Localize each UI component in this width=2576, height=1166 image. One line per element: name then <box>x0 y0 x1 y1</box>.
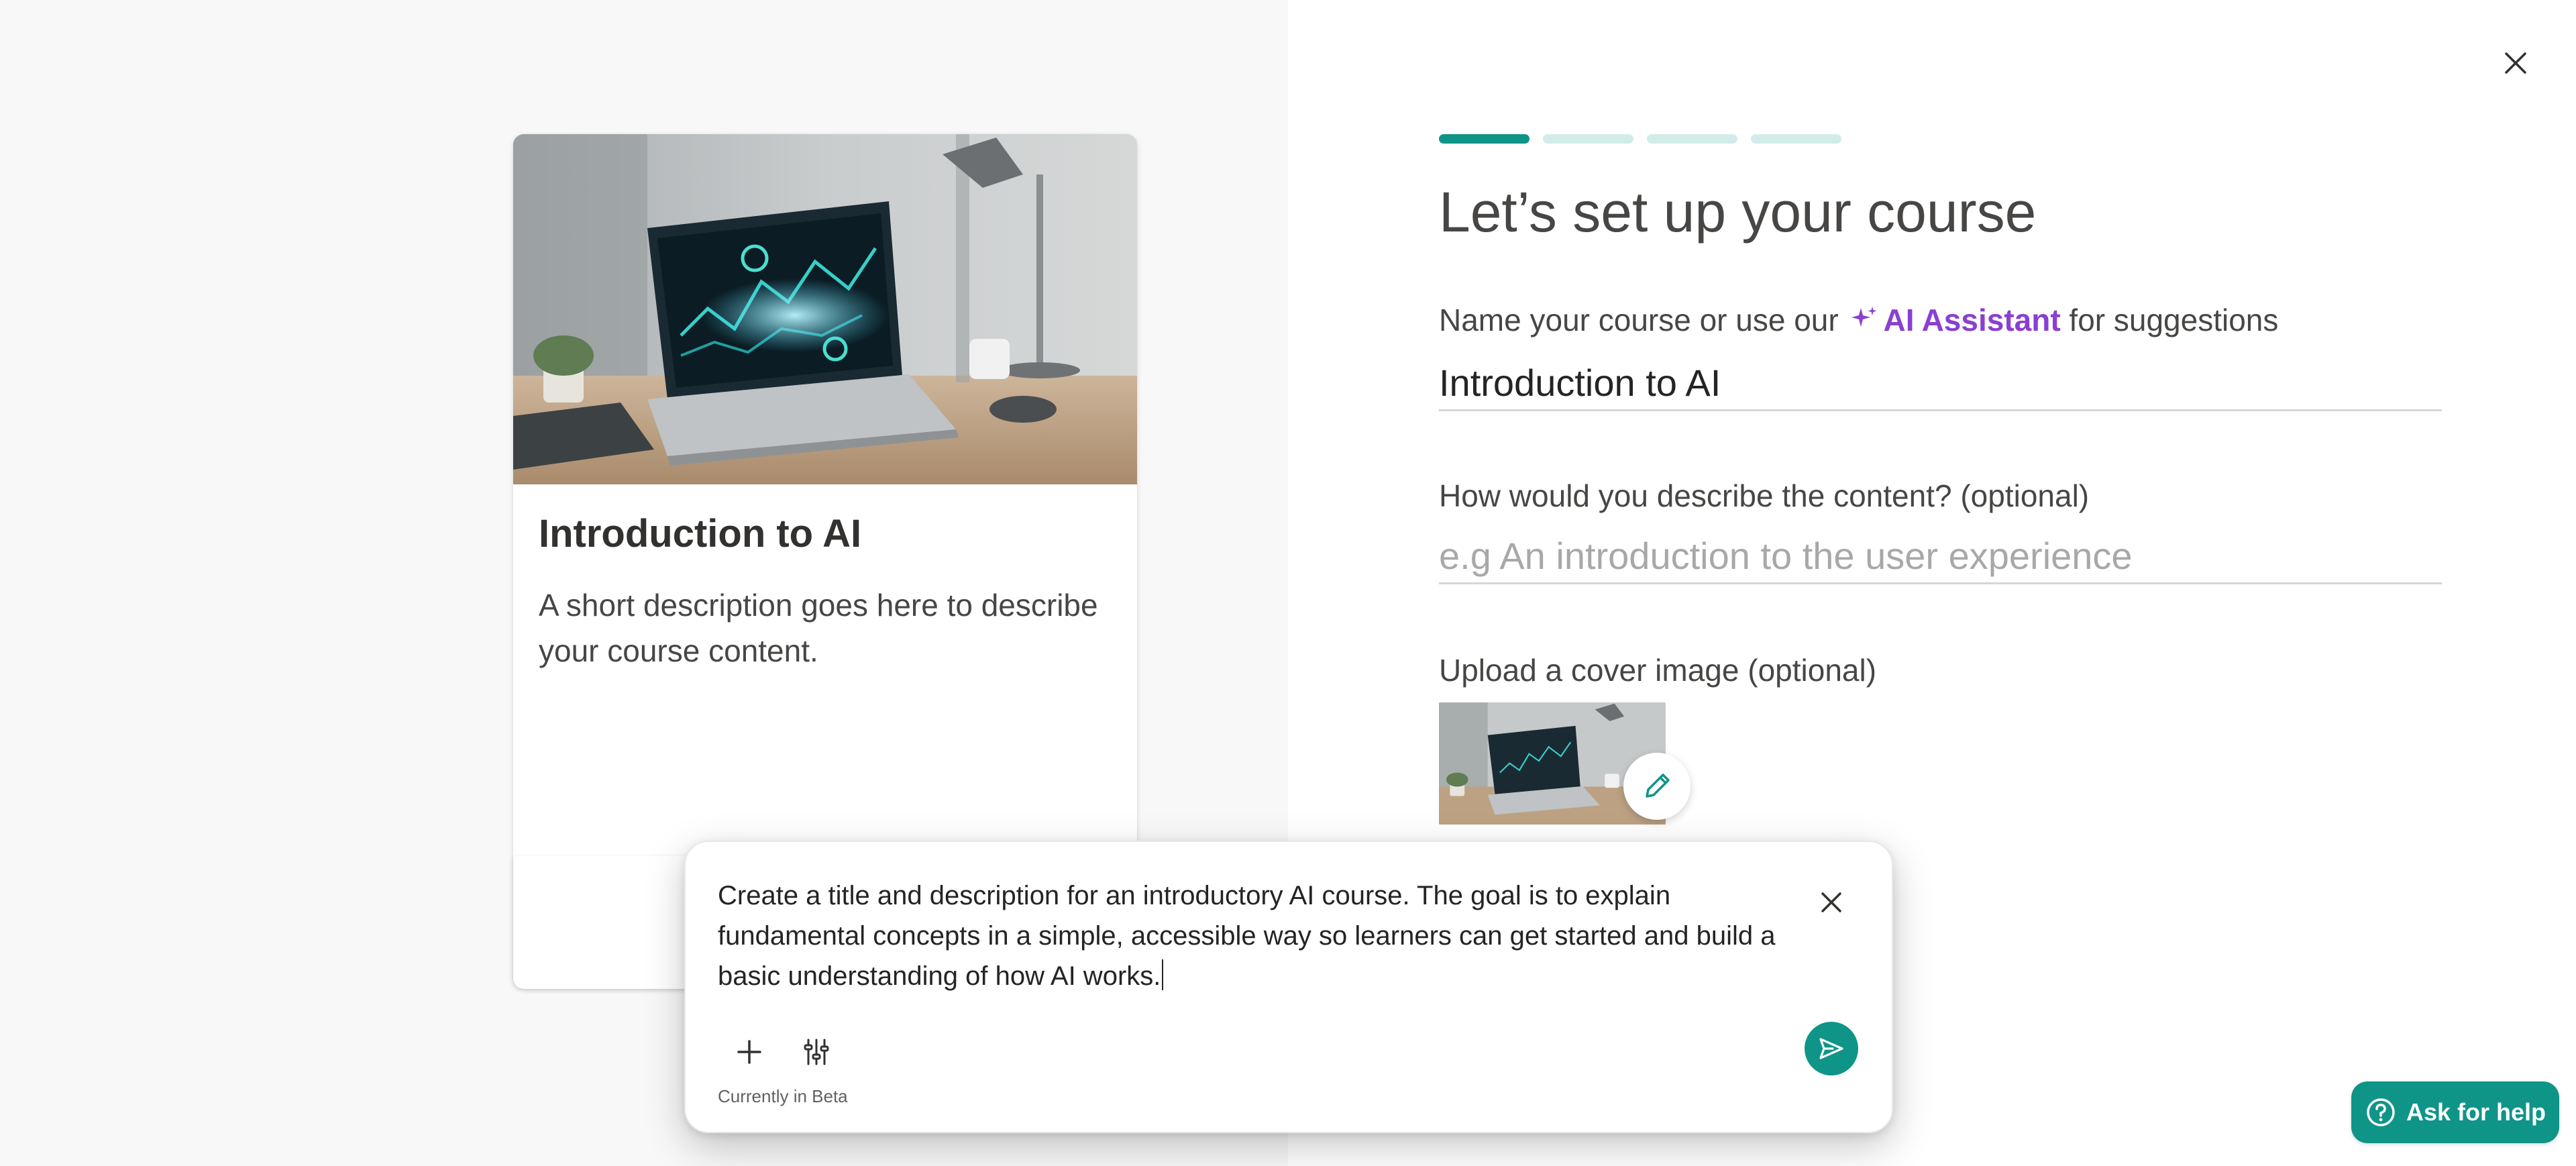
edit-cover-image-button[interactable] <box>1623 753 1690 820</box>
progress-step-3 <box>1647 134 1737 144</box>
course-name-label-suffix: for suggestions <box>2069 303 2279 337</box>
progress-step-1 <box>1439 134 1529 144</box>
ai-prompt-dialog: Create a title and description for an in… <box>684 841 1893 1133</box>
course-cover-image <box>513 134 1137 484</box>
send-icon <box>1819 1038 1843 1059</box>
close-prompt-button[interactable] <box>1813 884 1850 921</box>
page-title: Let’s set up your course <box>1439 180 2037 244</box>
close-icon <box>1821 892 1841 912</box>
preview-course-description: A short description goes here to describ… <box>539 588 1098 668</box>
course-name-input[interactable] <box>1439 356 2442 411</box>
course-name-label-prefix: Name your course or use our <box>1439 303 1839 337</box>
description-label: How would you describe the content? (opt… <box>1439 478 2090 513</box>
close-setup-button[interactable] <box>2496 43 2536 83</box>
preview-course-title: Introduction to AI <box>539 512 862 555</box>
progress-step-4 <box>1751 134 1841 144</box>
prompt-textarea[interactable]: Create a title and description for an in… <box>718 876 1791 996</box>
prompt-settings-button[interactable] <box>793 1028 840 1075</box>
sparkle-icon <box>1851 307 1876 327</box>
beta-status-note: Currently in Beta <box>718 1086 848 1106</box>
ai-assistant-link-label: AI Assistant <box>1883 303 2061 337</box>
pencil-icon <box>1646 774 1670 798</box>
ask-for-help-label: Ask for help <box>2406 1098 2546 1126</box>
ask-for-help-button[interactable]: Ask for help <box>2351 1081 2559 1143</box>
course-name-label: Name your course or use our AI Assistant… <box>1439 302 2278 338</box>
close-icon <box>2505 52 2526 74</box>
sliders-icon <box>804 1039 829 1065</box>
cover-image-label: Upload a cover image (optional) <box>1439 653 1877 688</box>
setup-progress-stepper <box>1439 134 1841 144</box>
ai-assistant-link[interactable]: AI Assistant <box>1847 303 2061 337</box>
description-input[interactable] <box>1439 529 2442 584</box>
plus-icon <box>737 1040 761 1064</box>
add-attachment-button[interactable] <box>726 1028 773 1075</box>
text-caret <box>1162 959 1164 990</box>
prompt-text-value: Create a title and description for an in… <box>718 881 1776 991</box>
question-circle-icon <box>2367 1098 2395 1126</box>
progress-step-2 <box>1543 134 1633 144</box>
send-prompt-button[interactable] <box>1805 1022 1858 1075</box>
